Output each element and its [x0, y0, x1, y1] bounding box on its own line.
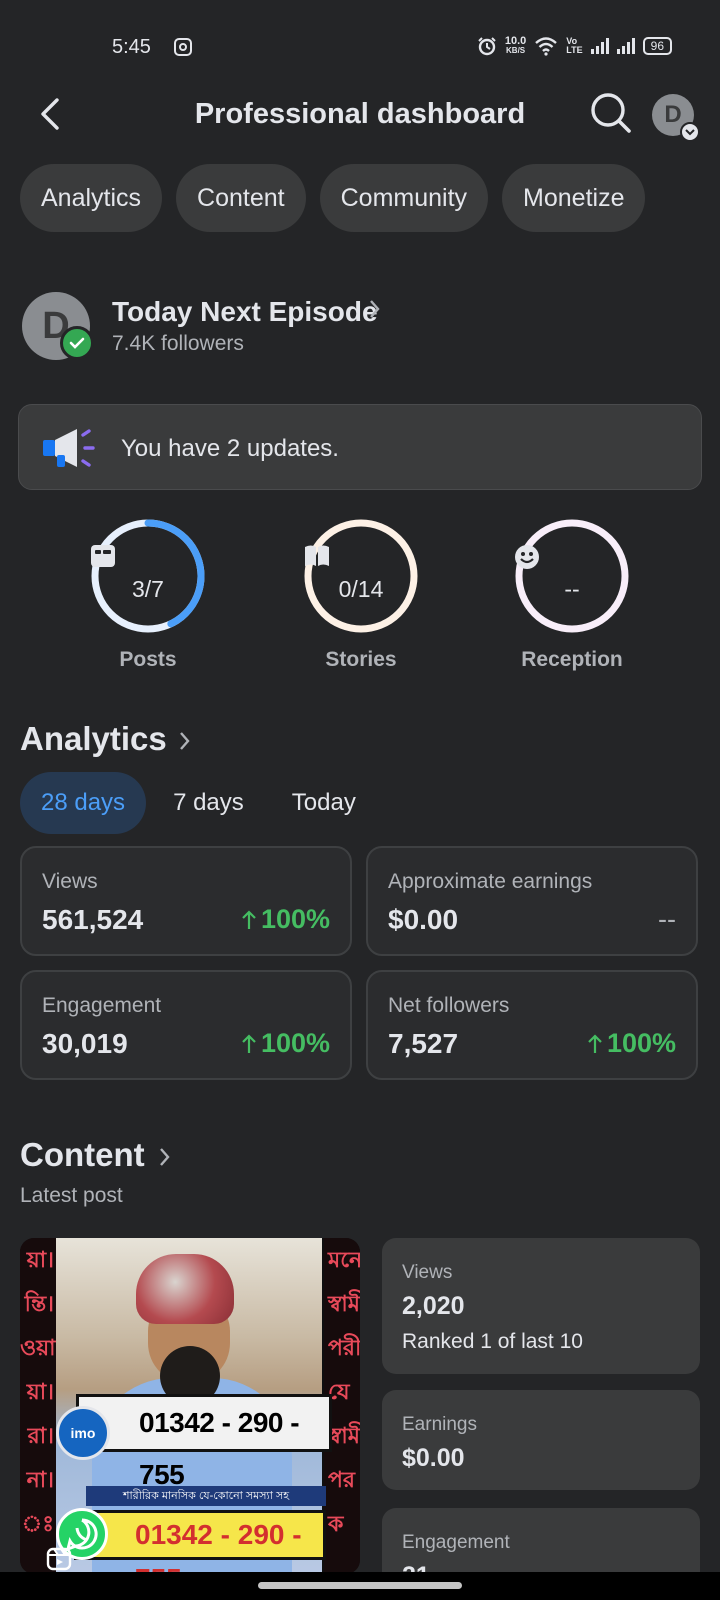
content-chevron-right-icon[interactable]	[158, 1144, 172, 1170]
ring-posts-graphic: 3/7	[90, 518, 206, 634]
dashboard-tabs: Analytics Content Community Monetize	[20, 164, 646, 232]
metric-change: 100%	[241, 1028, 330, 1059]
period-selector: 28 days 7 days Today	[20, 772, 377, 834]
analytics-chevron-right-icon[interactable]	[178, 728, 192, 754]
metric-card-engagement[interactable]: Engagement 30,019 100%	[20, 970, 352, 1080]
metric-change: 100%	[241, 904, 330, 935]
thumbnail-phone-number-2: 01342 - 290 - 755	[74, 1510, 326, 1574]
period-28-days[interactable]: 28 days	[20, 772, 147, 834]
posts-label: Posts	[119, 648, 177, 671]
stories-progress-value: 0/14	[338, 576, 384, 602]
content-section-title[interactable]: Content	[20, 1136, 145, 1174]
ring-stories[interactable]: 0/14 Stories	[286, 518, 436, 672]
chevron-down-icon	[680, 122, 700, 142]
metric-value: 561,524	[42, 904, 144, 935]
profile-name: Today Next Episode	[112, 296, 378, 327]
megaphone-icon	[43, 429, 95, 467]
latest-post-views-card[interactable]: Views 2,020 Ranked 1 of last 10	[382, 1238, 700, 1374]
network-speed-value: 10.0	[504, 35, 527, 47]
tab-analytics[interactable]: Analytics	[20, 164, 163, 232]
stat-value: $0.00	[402, 1444, 465, 1472]
stat-label: Views	[402, 1262, 453, 1283]
metric-change-value: 100%	[260, 904, 330, 934]
metric-value: 7,527	[388, 1028, 459, 1059]
stat-rank: Ranked 1 of last 10	[402, 1330, 583, 1353]
period-today[interactable]: Today	[271, 772, 377, 834]
search-icon	[591, 93, 631, 133]
reel-icon	[46, 1547, 72, 1571]
tab-monetize[interactable]: Monetize	[502, 164, 646, 232]
network-speed: 10.0 KB/S	[505, 36, 526, 56]
updates-banner[interactable]: You have 2 updates.	[18, 404, 702, 490]
latest-post-label: Latest post	[20, 1184, 123, 1207]
metric-card-earnings[interactable]: Approximate earnings $0.00 --	[366, 846, 698, 956]
arrow-up-icon	[588, 1033, 602, 1053]
latest-post-earnings-card[interactable]: Earnings $0.00	[382, 1390, 700, 1490]
instagram-notification-icon	[174, 38, 192, 56]
stat-label: Earnings	[402, 1414, 477, 1435]
account-switcher-button[interactable]: D	[652, 94, 700, 142]
reception-label: Reception	[521, 648, 623, 671]
volte-indicator: Vo LTE	[566, 36, 583, 55]
metric-card-views[interactable]: Views 561,524 100%	[20, 846, 352, 956]
metric-change-value: --	[658, 904, 676, 934]
ring-reception-graphic: --	[514, 518, 630, 634]
metric-value: 30,019	[42, 1028, 128, 1059]
home-indicator[interactable]	[258, 1582, 462, 1589]
ring-posts[interactable]: 3/7 Posts	[73, 518, 223, 672]
metric-value: $0.00	[388, 904, 459, 935]
alarm-icon	[478, 37, 496, 56]
arrow-up-icon	[242, 909, 256, 929]
signal-icon-2	[616, 38, 635, 54]
ring-stories-graphic: 0/14	[303, 518, 419, 634]
follower-count: 7.4K followers	[112, 332, 244, 355]
arrow-up-icon	[242, 1033, 256, 1053]
status-time: 5:45	[112, 36, 151, 58]
analytics-section-title[interactable]: Analytics	[20, 720, 167, 758]
ring-reception[interactable]: -- Reception	[497, 518, 647, 672]
thumbnail-person-cap	[136, 1254, 234, 1324]
page-profile[interactable]: D Today Next Episode 7.4K followers	[22, 292, 682, 362]
reception-progress-value: --	[564, 576, 580, 602]
tab-content[interactable]: Content	[176, 164, 306, 232]
chevron-right-icon	[370, 300, 380, 318]
header: Professional dashboard D	[0, 84, 720, 144]
status-bar: 5:45 10.0 KB/S Vo LTE 96	[0, 0, 720, 96]
wifi-icon	[535, 37, 558, 56]
metric-card-net-followers[interactable]: Net followers 7,527 100%	[366, 970, 698, 1080]
updates-text: You have 2 updates.	[121, 435, 339, 462]
latest-post-engagement-card[interactable]: Engagement 21	[382, 1508, 700, 1572]
imo-logo-icon: imo	[56, 1406, 110, 1460]
period-7-days[interactable]: 7 days	[152, 772, 265, 834]
signal-icon	[590, 38, 609, 54]
stories-label: Stories	[325, 648, 397, 671]
metric-label: Net followers	[388, 994, 510, 1017]
stat-value: 2,020	[402, 1292, 465, 1320]
tab-community[interactable]: Community	[319, 164, 489, 232]
system-navigation-bar	[0, 1572, 720, 1600]
avatar-letter: D	[664, 101, 682, 128]
metric-change-value: 100%	[260, 1028, 330, 1058]
stat-label: Engagement	[402, 1532, 510, 1553]
metric-change: --	[658, 904, 676, 935]
latest-post-thumbnail[interactable]: য়া। ন্তি। ওয়া। য়া। রা। না। ঃ মনে স্বা…	[20, 1238, 360, 1574]
verified-check-icon	[60, 326, 94, 360]
thumbnail-caption-band: শারীরিক মানসিক যে-কোনো সমস্যা সহ	[86, 1486, 326, 1506]
network-speed-unit: KB/S	[506, 46, 526, 55]
thumbnail-side-text-left: য়া। ন্তি। ওয়া। য়া। রা। না। ঃ	[20, 1238, 56, 1574]
battery-indicator: 96	[642, 37, 672, 55]
metric-label: Engagement	[42, 994, 162, 1017]
metric-label: Views	[42, 870, 98, 893]
metric-label: Approximate earnings	[388, 870, 593, 893]
posts-progress-value: 3/7	[132, 576, 164, 602]
stat-value: 21	[402, 1562, 430, 1572]
thumbnail-phone-number: 01342 - 290 - 755	[76, 1394, 332, 1490]
metric-change-value: 100%	[606, 1028, 676, 1058]
metric-change: 100%	[587, 1028, 676, 1059]
search-button[interactable]	[588, 90, 634, 136]
progress-rings: 3/7 Posts 0/14 Stories -- Reception	[0, 518, 720, 678]
status-icons: 10.0 KB/S Vo LTE 96	[477, 36, 672, 56]
